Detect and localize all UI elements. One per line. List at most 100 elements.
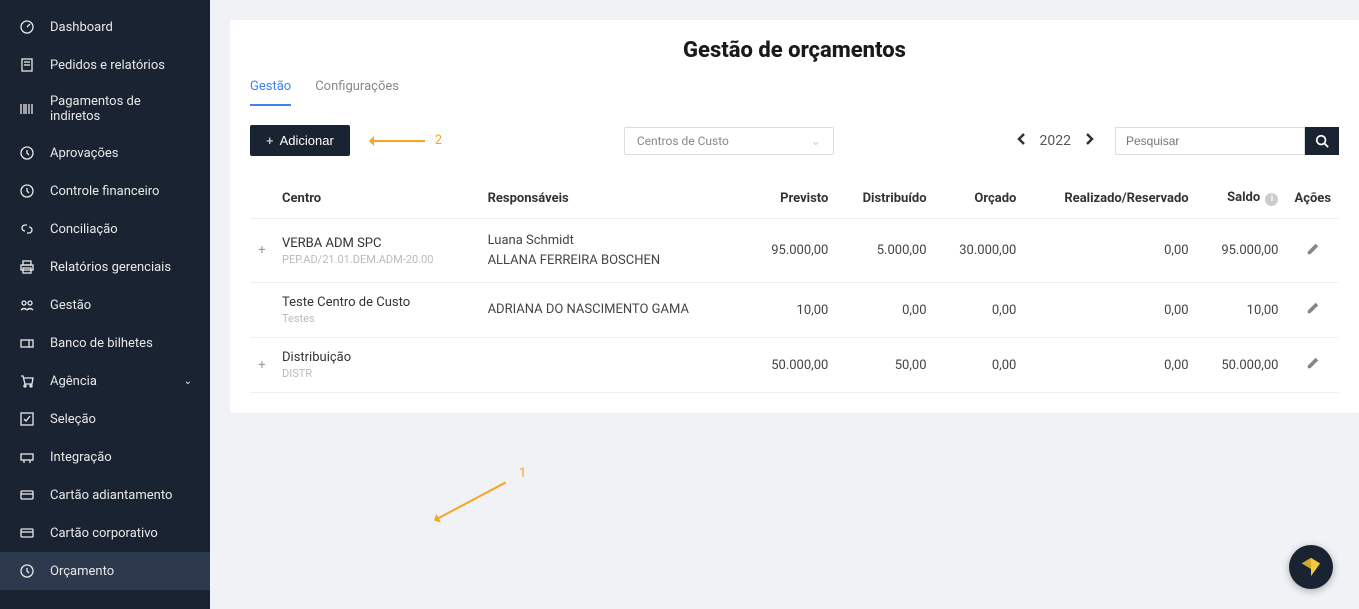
cell-orcado: 0,00: [935, 338, 1025, 393]
sidebar-item-seleção[interactable]: Seleção: [0, 400, 210, 438]
col-distribuido: Distribuído: [836, 178, 934, 219]
cell-realizado: 0,00: [1024, 338, 1196, 393]
expand-toggle[interactable]: +: [250, 338, 274, 393]
card-icon: [18, 524, 36, 542]
annotation-1: 1: [435, 510, 515, 525]
sidebar-item-label: Controle financeiro: [50, 184, 159, 199]
sidebar-item-label: Agência: [50, 374, 97, 389]
table-row: Teste Centro de CustoTestesADRIANA DO NA…: [250, 283, 1339, 338]
pencil-icon: [1306, 242, 1320, 256]
table-row: +DistribuiçãoDISTR50.000,0050,000,000,00…: [250, 338, 1339, 393]
sidebar-item-label: Orçamento: [50, 564, 114, 579]
sidebar-item-label: Cartão corporativo: [50, 526, 158, 541]
cell-orcado: 0,00: [935, 283, 1025, 338]
paper-plane-icon: [1300, 556, 1322, 578]
search: [1115, 127, 1339, 155]
sidebar-item-dashboard[interactable]: Dashboard: [0, 8, 210, 46]
sidebar-item-banco-de-bilhetes[interactable]: Banco de bilhetes: [0, 324, 210, 362]
sidebar-item-conciliação[interactable]: Conciliação: [0, 210, 210, 248]
sidebar-item-pedidos-e-relatórios[interactable]: Pedidos e relatórios: [0, 46, 210, 84]
cell-orcado: 30.000,00: [935, 219, 1025, 283]
sidebar-item-label: Pedidos e relatórios: [50, 58, 165, 73]
help-fab[interactable]: [1289, 545, 1333, 589]
toolbar: + Adicionar 2 Centros de Custo ⌄ 2022: [250, 125, 1339, 156]
arrow-icon: [370, 140, 425, 142]
filter-select[interactable]: Centros de Custo ⌄: [624, 127, 834, 155]
sidebar-item-label: Gestão: [50, 298, 91, 313]
sidebar-item-aprovações[interactable]: Aprovações: [0, 134, 210, 172]
cell-responsaveis: ADRIANA DO NASCIMENTO GAMA: [480, 283, 747, 338]
sidebar-item-label: Pagamentos de indiretos: [50, 94, 192, 124]
budget-table: Centro Responsáveis Previsto Distribuído…: [250, 178, 1339, 393]
sidebar-item-orçamento[interactable]: Orçamento: [0, 552, 210, 590]
cell-previsto: 95.000,00: [747, 219, 837, 283]
page-title: Gestão de orçamentos: [250, 20, 1339, 73]
gauge-icon: [18, 18, 36, 36]
search-button[interactable]: [1305, 127, 1339, 155]
edit-button[interactable]: [1286, 338, 1339, 393]
card-icon: [18, 486, 36, 504]
plus-icon: +: [266, 133, 274, 148]
col-realizado: Realizado/Reservado: [1024, 178, 1196, 219]
clock-icon: [18, 562, 36, 580]
year-prev-button[interactable]: [1016, 132, 1026, 150]
add-button[interactable]: + Adicionar: [250, 125, 350, 156]
chevron-down-icon: ⌄: [184, 376, 192, 387]
tab-gestao[interactable]: Gestão: [250, 73, 291, 106]
cell-centro: Teste Centro de CustoTestes: [274, 283, 480, 338]
col-previsto: Previsto: [747, 178, 837, 219]
cell-centro: DistribuiçãoDISTR: [274, 338, 480, 393]
sidebar-item-agência[interactable]: Agência ⌄: [0, 362, 210, 400]
year-value: 2022: [1040, 133, 1071, 149]
col-centro: Centro: [274, 178, 480, 219]
cell-distribuido: 0,00: [836, 283, 934, 338]
info-icon[interactable]: i: [1265, 193, 1278, 206]
sidebar-item-label: Dashboard: [50, 20, 113, 35]
link-icon: [18, 220, 36, 238]
tab-configuracoes[interactable]: Configurações: [315, 73, 399, 106]
col-orcado: Orçado: [935, 178, 1025, 219]
cell-distribuido: 5.000,00: [836, 219, 934, 283]
sidebar-item-integração[interactable]: Integração: [0, 438, 210, 476]
tabs: Gestão Configurações: [250, 73, 1339, 107]
annotation-2: 2: [370, 133, 442, 148]
cell-saldo: 95.000,00: [1197, 219, 1287, 283]
edit-button[interactable]: [1286, 283, 1339, 338]
sidebar-item-cartão-corporativo[interactable]: Cartão corporativo: [0, 514, 210, 552]
search-input[interactable]: [1115, 127, 1305, 155]
cell-centro: VERBA ADM SPCPEP.AD/21.01.DEM.ADM-20.00: [274, 219, 480, 283]
ticket-icon: [18, 334, 36, 352]
table-row: +VERBA ADM SPCPEP.AD/21.01.DEM.ADM-20.00…: [250, 219, 1339, 283]
clock-icon: [18, 144, 36, 162]
cell-saldo: 10,00: [1197, 283, 1287, 338]
sidebar-item-label: Seleção: [50, 412, 96, 427]
document-icon: [18, 56, 36, 74]
chevron-down-icon: ⌄: [811, 134, 821, 148]
cell-realizado: 0,00: [1024, 219, 1196, 283]
clock-icon: [18, 182, 36, 200]
barcode-icon: [18, 100, 36, 118]
annotation-2-label: 2: [435, 133, 442, 148]
sidebar-item-cartão-adiantamento[interactable]: Cartão adiantamento: [0, 476, 210, 514]
cell-previsto: 10,00: [747, 283, 837, 338]
cell-previsto: 50.000,00: [747, 338, 837, 393]
main-content: Gestão de orçamentos Gestão Configuraçõe…: [210, 0, 1359, 609]
expand-toggle[interactable]: +: [250, 219, 274, 283]
sidebar-item-controle-financeiro[interactable]: Controle financeiro: [0, 172, 210, 210]
sidebar-item-pagamentos-de-indiretos[interactable]: Pagamentos de indiretos: [0, 84, 210, 134]
pencil-icon: [1306, 301, 1320, 315]
col-acoes: Ações: [1286, 178, 1339, 219]
sidebar-item-relatórios-gerenciais[interactable]: Relatórios gerenciais: [0, 248, 210, 286]
sidebar: Dashboard Pedidos e relatórios Pagamentos …: [0, 0, 210, 609]
sidebar-item-label: Banco de bilhetes: [50, 336, 153, 351]
sidebar-item-label: Integração: [50, 450, 112, 465]
check-square-icon: [18, 410, 36, 428]
cell-responsaveis: [480, 338, 747, 393]
content-card: Gestão de orçamentos Gestão Configuraçõe…: [230, 20, 1359, 413]
plug-icon: [18, 448, 36, 466]
sidebar-item-gestão[interactable]: Gestão: [0, 286, 210, 324]
cell-saldo: 50.000,00: [1197, 338, 1287, 393]
sidebar-item-label: Conciliação: [50, 222, 118, 237]
year-next-button[interactable]: [1085, 132, 1095, 150]
edit-button[interactable]: [1286, 219, 1339, 283]
